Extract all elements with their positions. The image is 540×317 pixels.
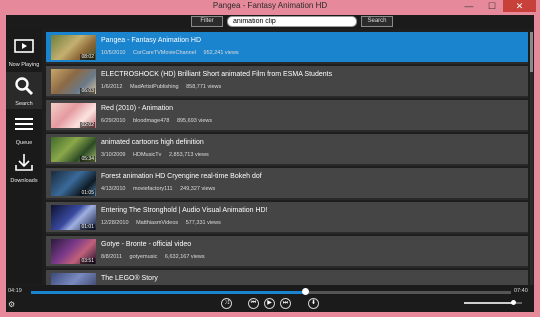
video-title: The LEGO® Story	[101, 275, 158, 282]
video-views: 577,331 views	[185, 220, 221, 226]
video-channel[interactable]: gotyemusic	[130, 254, 158, 260]
video-date: 6/29/2010	[101, 118, 126, 124]
video-thumbnail: 01:01	[51, 205, 96, 230]
video-meta: 12/28/2010 MatthiasmVideos 577,331 views	[101, 220, 227, 226]
video-title: ELECTROSHOCK (HD) Brilliant Short animat…	[101, 71, 333, 78]
list-item[interactable]: 01:01 Entering The Stronghold | Audio Vi…	[46, 202, 528, 234]
now-playing-icon	[14, 39, 34, 53]
results-list: 08:02 Pangea - Fantasy Animation HD 10/5…	[46, 32, 528, 290]
video-title: Entering The Stronghold | Audio Visual A…	[101, 207, 268, 214]
nav-label: Now Playing	[8, 62, 40, 68]
duration-badge: 05:34	[80, 156, 95, 162]
nav-downloads[interactable]: Downloads	[6, 149, 42, 186]
duration-badge: 03:51	[80, 258, 95, 264]
list-item[interactable]: 08:02 Pangea - Fantasy Animation HD 10/5…	[46, 32, 528, 64]
total-time: 07:40	[514, 288, 528, 294]
queue-icon	[15, 118, 33, 130]
duration-badge: 06:03	[80, 88, 95, 94]
search-bar: Filter Search	[6, 15, 534, 29]
video-channel[interactable]: bloodmage478	[133, 118, 169, 124]
video-date: 12/28/2010	[101, 220, 129, 226]
seek-progress	[31, 291, 305, 294]
video-title: Gotye - Bronte - official video	[101, 241, 192, 248]
list-item[interactable]: 01:05 Forest animation HD Cryengine real…	[46, 168, 528, 200]
nav-search[interactable]: Search	[6, 72, 42, 109]
download-icon[interactable]: ⬇	[308, 298, 319, 309]
prev-icon[interactable]: ⏮	[248, 298, 259, 309]
video-date: 1/6/2012	[101, 84, 123, 90]
list-item[interactable]: 03:51 Gotye - Bronte - official video 8/…	[46, 236, 528, 268]
video-thumbnail: 01:05	[51, 171, 96, 196]
nav-queue[interactable]: Queue	[6, 111, 42, 148]
list-scrollbar[interactable]	[530, 32, 533, 290]
search-input[interactable]	[227, 16, 357, 27]
video-thumbnail: 06:03	[51, 69, 96, 94]
video-thumbnail: 02:02	[51, 103, 96, 128]
duration-badge: 08:02	[80, 54, 95, 60]
scrollbar-thumb[interactable]	[530, 32, 533, 72]
maximize-button[interactable]: ☐	[481, 0, 503, 12]
nav-label: Queue	[15, 140, 33, 146]
video-views: 952,241 views	[203, 50, 239, 56]
volume-slider[interactable]	[464, 300, 522, 305]
video-meta: 1/6/2012 MadArtistPublishing 858,771 vie…	[101, 84, 227, 90]
play-icon[interactable]: ▶	[264, 298, 275, 309]
video-thumbnail: 05:34	[51, 137, 96, 162]
volume-handle[interactable]	[510, 300, 516, 305]
video-title: Red (2010) - Animation	[101, 105, 173, 112]
video-date: 10/5/2010	[101, 50, 126, 56]
search-icon	[15, 77, 34, 96]
nav-now-playing[interactable]: Now Playing	[6, 33, 42, 70]
settings-icon[interactable]: ⚙	[8, 300, 15, 309]
nav-label: Search	[15, 101, 33, 107]
video-views: 858,771 views	[186, 84, 222, 90]
video-title: animated cartoons high definition	[101, 139, 204, 146]
close-button[interactable]: ✕	[503, 0, 536, 12]
video-channel[interactable]: HDMusicTv	[133, 152, 161, 158]
sidebar: Now Playing Search Queue Downloads	[6, 29, 42, 284]
video-channel[interactable]: CorCareTVMovieChannel	[133, 50, 196, 56]
video-meta: 8/8/2011 gotyemusic 6,632,167 views	[101, 254, 211, 260]
video-channel[interactable]: MadArtistPublishing	[130, 84, 179, 90]
video-views: 6,632,167 views	[164, 254, 205, 260]
title-bar: Pangea - Fantasy Animation HD — ☐ ✕	[0, 0, 540, 15]
video-date: 4/13/2010	[101, 186, 126, 192]
elapsed-time: 04:19	[8, 288, 22, 294]
player-bar: 04:19 07:40 ⚙ ⤨ ⏮ ▶ ⏭ ⬇	[6, 285, 534, 312]
video-channel[interactable]: moviefactory111	[133, 186, 173, 192]
video-meta: 6/29/2010 bloodmage478 895,693 views	[101, 118, 218, 124]
video-meta: 3/10/2009 HDMusicTv 2,853,713 views	[101, 152, 215, 158]
window-frame: Pangea - Fantasy Animation HD — ☐ ✕ Filt…	[0, 0, 540, 317]
video-views: 2,853,713 views	[168, 152, 209, 158]
video-date: 3/10/2009	[101, 152, 126, 158]
next-icon[interactable]: ⏭	[280, 298, 291, 309]
volume-level	[464, 302, 513, 304]
minimize-button[interactable]: —	[458, 0, 480, 12]
duration-badge: 01:01	[80, 224, 95, 230]
video-thumbnail: 03:51	[51, 239, 96, 264]
video-title: Forest animation HD Cryengine real-time …	[101, 173, 262, 180]
seek-handle[interactable]	[301, 288, 309, 295]
video-title: Pangea - Fantasy Animation HD	[101, 37, 201, 44]
video-date: 8/8/2011	[101, 254, 123, 260]
nav-label: Downloads	[10, 178, 38, 184]
video-views: 249,327 views	[180, 186, 216, 192]
video-channel[interactable]: MatthiasmVideos	[136, 220, 178, 226]
seek-bar[interactable]	[31, 288, 511, 295]
list-item[interactable]: 05:34 animated cartoons high definition …	[46, 134, 528, 166]
video-views: 895,693 views	[176, 118, 213, 124]
video-meta: 10/5/2010 CorCareTVMovieChannel 952,241 …	[101, 50, 245, 56]
filter-button[interactable]: Filter	[191, 16, 223, 27]
shuffle-icon[interactable]: ⤨	[221, 298, 232, 309]
list-item[interactable]: 02:02 Red (2010) - Animation 6/29/2010 b…	[46, 100, 528, 132]
list-item[interactable]: 06:03 ELECTROSHOCK (HD) Brilliant Short …	[46, 66, 528, 98]
download-icon	[15, 154, 33, 171]
video-thumbnail: 08:02	[51, 35, 96, 60]
app-body: Filter Search Now Playing Search	[6, 15, 534, 312]
duration-badge: 01:05	[80, 190, 95, 196]
video-meta: 4/13/2010 moviefactory111 249,327 views	[101, 186, 221, 192]
search-button[interactable]: Search	[361, 16, 393, 27]
duration-badge: 02:02	[80, 122, 95, 128]
